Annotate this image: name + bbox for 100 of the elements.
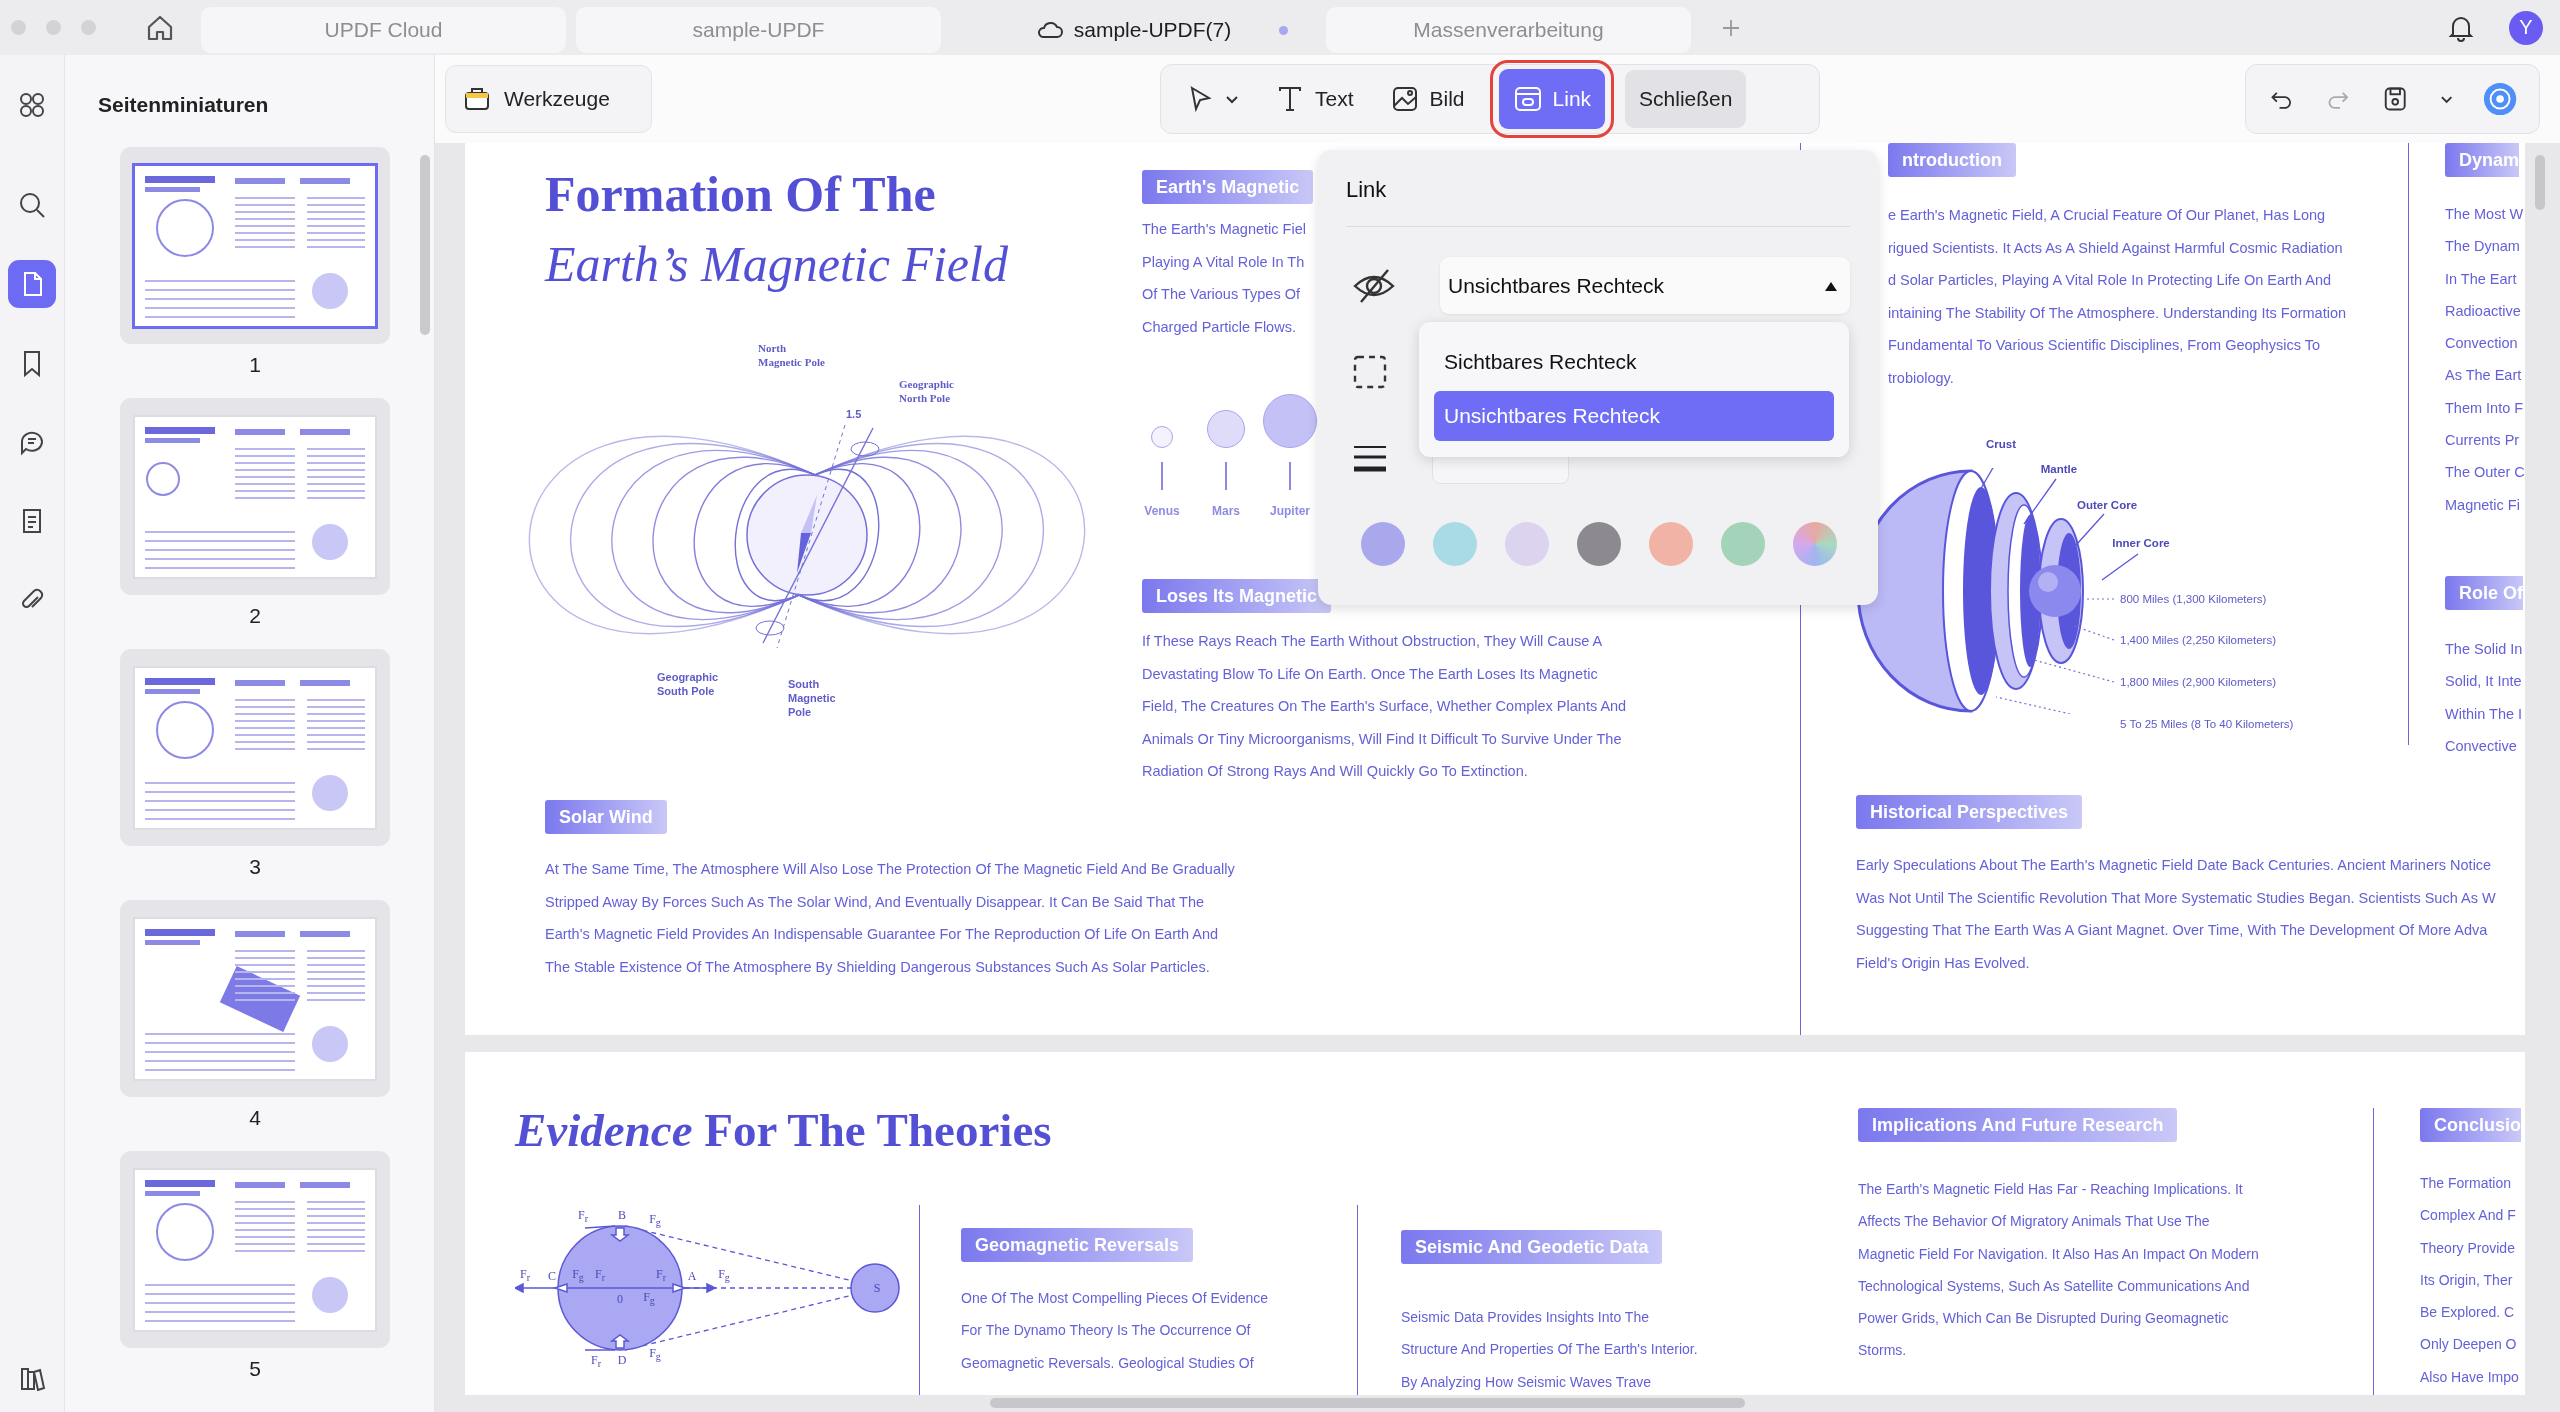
page-thumbnail[interactable] [120,649,390,846]
diagram-label: A [687,1269,697,1283]
tools-button[interactable]: Werkzeuge [445,65,652,133]
paragraph-line: Technological Systems, Such As Satellite Communications And [1858,1276,2250,1296]
diagram-label: F$_{g}$ [643,1290,655,1308]
page-title: Evidence For The Theories [515,1103,1053,1158]
paragraph-line: The Formation [2420,1174,2512,1193]
scrollbar[interactable] [990,1398,1745,1408]
paragraph-line: The Dynam [2445,237,2520,257]
diagram-label: Geographic North Pole [899,377,955,405]
planet-circle [1207,410,1245,448]
panel-title: Seitenminiaturen [97,92,270,117]
color-swatch[interactable] [1721,522,1765,566]
tick-mark [1161,462,1163,490]
search-icon [17,190,47,220]
diagram-label: Geographic South Pole [657,670,720,698]
paragraph-line: The Outer C [2445,463,2525,483]
paragraph-line: Convection [2445,334,2518,354]
section-heading: Solar Wind [545,800,667,834]
paragraph-line: Structure And Properties Of The Earth's Interior. [1401,1340,1698,1360]
page-number: 2 [249,604,261,629]
section-heading: Historical Perspectives [1856,795,2083,829]
paragraph-line: Fundamental To Various Scientific Disciplines, From Geophysics To [1888,336,2320,355]
paragraph-line: Theory Provide [2420,1238,2515,1258]
paragraph-line: Charged Particle Flows. [1142,317,1296,337]
section-heading: Seismic And Geodetic Data [1401,1230,1663,1264]
color-picker-swatch[interactable] [1793,522,1837,566]
paragraph-line: Them Into F [2445,398,2524,418]
toolbar-button[interactable]: Bild [1375,69,1479,129]
page-number: 3 [249,855,261,880]
paragraph-line: Only Deepen O [2420,1335,2517,1355]
paragraph-line: Magnetic Field For Navigation. It Also Has An Impact On Modern [1858,1244,2259,1264]
sidebar-nav-item[interactable] [8,260,56,308]
diagram-label: F$_{r}$ [591,1353,601,1371]
color-swatch[interactable] [1433,522,1477,566]
diagram-label: Crust [1986,437,2016,451]
style-dropdown[interactable]: Unsichtbares Rechteck [1440,257,1850,314]
paragraph-line: The Earth's Magnetic Field Has Far - Reaching Implications. It [1858,1180,2243,1199]
paragraph-line: Playing A Vital Role In Th [1142,252,1305,272]
paragraph-line: Animals Or Tiny Microorganisms, Will Find It Difficult To Survive Under The [1142,729,1622,749]
diagram-label: North Magnetic Pole [758,341,826,369]
plus-icon[interactable] [1721,17,1741,38]
paragraph-line: One Of The Most Compelling Pieces Of Evidence [961,1289,1269,1308]
diagram-label: B [618,1208,626,1222]
color-swatch[interactable] [1361,522,1405,566]
color-swatch[interactable] [1505,522,1549,566]
user-avatar[interactable]: Y [2509,10,2543,45]
page-subtitle: Earth’s Magnetic Field [545,235,1009,294]
paragraph-line: e Earth's Magnetic Field, A Crucial Feature Of Our Planet, Has Long [1888,206,2326,225]
line-weight-icon [1352,444,1388,474]
paragraph-line: intaining The Stability Of The Atmosphere. Understanding Its Formation [1888,303,2347,323]
paragraph-line: The Stable Existence Of The Atmosphere By Shielding Dangerous Substances Such As Solar Particles. [545,957,1210,977]
diagram-label: South Magnetic Pole [788,677,837,719]
diagram-label: F$_{g}$ [572,1267,584,1285]
link-icon [1512,84,1543,114]
grid-icon [17,90,47,120]
diagram-label: F$_{r}$ [656,1267,666,1285]
document-tab[interactable]: sample-UPDF(7) [951,6,1316,53]
dropdown-option[interactable]: Sichtbares Rechteck [1434,337,1834,387]
tab-label: sample-UPDF [692,17,825,42]
diagram-label: D [617,1353,627,1367]
paragraph-line: Early Speculations About The Earth's Magnetic Field Date Back Centuries. Ancient Mariners Notice [1856,856,2492,875]
paragraph-line: Field, The Creatures On The Earth's Surface, Whether Complex Plants And [1142,697,1627,716]
ai-assistant-icon[interactable] [2482,81,2517,117]
paragraph-line: Storms. [1858,1341,1907,1361]
paragraph-line: Field's Origin Has Evolved. [1856,953,2030,973]
page-thumbnail[interactable] [120,147,390,344]
section-heading: Conclusio [2420,1108,2521,1142]
section-heading: Earth's Magnetic [1142,170,1314,204]
paragraph-line: Solid, It Inte [2445,672,2522,692]
paragraph-line: If These Rays Reach The Earth Without Obstruction, They Will Cause A [1142,632,1603,651]
diagram-label: F$_{g}$ [649,1212,661,1230]
toolbar-button[interactable]: Text [1261,69,1368,129]
diagram-label: 5 To 25 Miles (8 To 40 Kilometers) [2120,717,2294,731]
color-swatch[interactable] [1649,522,1693,566]
paragraph-line: Was Not Until The Scientific Revolution That More Systematic Studies Began. Scientists Such As W [1856,888,2496,908]
scrollbar[interactable] [2535,155,2545,210]
section-heading: Loses Its Magnetic [1142,579,1332,613]
paragraph-line: Earth's Magnetic Field Provides An Indispensable Guarantee For The Reproduction Of Life On Earth And [545,925,1219,944]
color-swatch[interactable] [1577,522,1621,566]
tick-mark [1289,462,1291,490]
planet-label: Venus [1144,504,1180,518]
dropdown-option[interactable]: Unsichtbares Rechteck [1434,391,1834,441]
diagram-label: F$_{g}$ [718,1267,730,1285]
page-number: 5 [249,1357,261,1382]
section-heading: Role Of [2445,575,2523,610]
scrollbar[interactable] [420,155,430,335]
paragraph-line: Radioactive [2445,301,2521,321]
close-button[interactable]: Schließen [1625,70,1747,128]
page-thumbnail[interactable] [120,398,390,595]
diagram-label: 1.5 [846,407,863,421]
planet-circle [1263,394,1317,448]
page-thumbnail[interactable] [120,900,390,1097]
page-title: Formation Of The [545,165,937,224]
paragraph-line: Also Have Impo [2420,1367,2519,1387]
planet-label: Jupiter [1270,504,1310,518]
page-number: 1 [249,353,261,378]
paragraph-line: trobiology. [1888,368,1954,388]
page-thumbnail[interactable] [120,1151,390,1348]
section-heading: Geomagnetic Reversals [961,1228,1194,1262]
